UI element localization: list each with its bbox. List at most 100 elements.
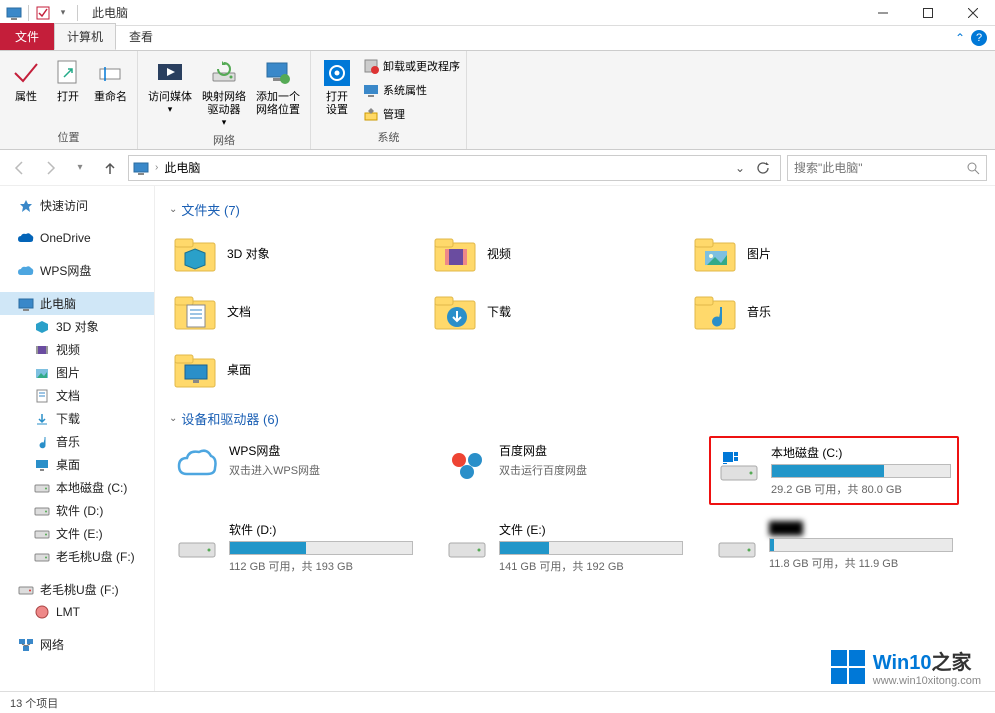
drive-item[interactable]: ████11.8 GB 可用，共 11.9 GB xyxy=(709,515,959,580)
3d-folder-icon xyxy=(173,231,217,275)
sidebar-item-usb[interactable]: 老毛桃U盘 (F:) xyxy=(0,578,154,601)
maximize-button[interactable] xyxy=(905,0,950,26)
navbar: ▾ › 此电脑 ⌄ xyxy=(0,150,995,186)
qat-dropdown-icon[interactable]: ▾ xyxy=(55,5,71,21)
map-drive-icon xyxy=(208,57,240,89)
open-button[interactable]: 打开 xyxy=(48,55,88,106)
chevron-down-icon: ⌄ xyxy=(169,413,177,424)
group-label-location: 位置 xyxy=(6,127,131,147)
manage-button[interactable]: 管理 xyxy=(363,103,460,125)
sidebar-item-child[interactable]: 软件 (D:) xyxy=(0,499,154,522)
folder-label: 3D 对象 xyxy=(227,245,270,262)
sidebar-item-child[interactable]: 视频 xyxy=(0,338,154,361)
folder-item[interactable]: 下载 xyxy=(429,285,669,337)
tab-computer[interactable]: 计算机 xyxy=(54,23,116,50)
drive-icon xyxy=(34,526,50,542)
ribbon-collapse-icon[interactable]: ⌃ xyxy=(955,31,965,45)
nav-back-button[interactable] xyxy=(8,156,32,180)
docs-icon xyxy=(34,388,50,404)
access-media-button[interactable]: 访问媒体▾ xyxy=(144,55,196,130)
sidebar: 快速访问 OneDrive WPS网盘 此电脑 3D 对象视频图片文档下载音乐桌… xyxy=(0,186,155,691)
rename-button[interactable]: 重命名 xyxy=(90,55,131,106)
usage-bar xyxy=(229,541,413,555)
folder-item[interactable]: 文档 xyxy=(169,285,409,337)
open-icon xyxy=(52,57,84,89)
drive-icon xyxy=(175,521,219,565)
sidebar-item-child[interactable]: 文件 (E:) xyxy=(0,522,154,545)
help-icon[interactable]: ? xyxy=(971,30,987,46)
search-input[interactable] xyxy=(794,161,966,175)
folder-label: 视频 xyxy=(487,245,511,262)
lmt-icon xyxy=(34,604,50,620)
sidebar-item-child[interactable]: 下载 xyxy=(0,407,154,430)
address-dropdown-icon[interactable]: ⌄ xyxy=(730,161,750,175)
search-box[interactable] xyxy=(787,155,987,181)
docs-folder-icon xyxy=(173,289,217,333)
tab-view[interactable]: 查看 xyxy=(116,23,166,50)
drive-label: 百度网盘 xyxy=(499,442,683,459)
folder-item[interactable]: 桌面 xyxy=(169,343,409,395)
qat-properties-icon[interactable] xyxy=(35,5,51,21)
close-button[interactable] xyxy=(950,0,995,26)
folder-label: 下载 xyxy=(487,303,511,320)
folder-item[interactable]: 视频 xyxy=(429,227,669,279)
uninstall-button[interactable]: 卸载或更改程序 xyxy=(363,55,460,77)
search-icon[interactable] xyxy=(966,161,980,175)
minimize-button[interactable] xyxy=(860,0,905,26)
breadcrumb[interactable]: 此电脑 xyxy=(164,159,200,176)
tab-file[interactable]: 文件 xyxy=(0,23,54,50)
drive-item[interactable]: WPS网盘双击进入WPS网盘 xyxy=(169,436,419,505)
windows-logo-icon xyxy=(831,650,865,684)
sidebar-item-child[interactable]: 3D 对象 xyxy=(0,315,154,338)
sidebar-item-onedrive[interactable]: OneDrive xyxy=(0,227,154,249)
sidebar-item-thispc[interactable]: 此电脑 xyxy=(0,292,154,315)
cloud-icon xyxy=(18,263,34,279)
sidebar-item-label: 3D 对象 xyxy=(56,318,99,335)
sidebar-item-child[interactable]: 音乐 xyxy=(0,430,154,453)
system-properties-button[interactable]: 系统属性 xyxy=(363,79,460,101)
folder-item[interactable]: 图片 xyxy=(689,227,929,279)
media-icon xyxy=(154,57,186,89)
ribbon: 属性 打开 重命名 位置 访问媒体▾ 映射网络 驱动器▾ xyxy=(0,50,995,150)
map-drive-button[interactable]: 映射网络 驱动器▾ xyxy=(198,55,250,130)
sidebar-item-quick-access[interactable]: 快速访问 xyxy=(0,194,154,217)
add-network-location-button[interactable]: 添加一个 网络位置 xyxy=(252,55,304,130)
checkmark-icon xyxy=(10,57,42,89)
folder-item[interactable]: 音乐 xyxy=(689,285,929,337)
drive-item[interactable]: 文件 (E:)141 GB 可用，共 192 GB xyxy=(439,515,689,580)
music-icon xyxy=(34,434,50,450)
folder-item[interactable]: 3D 对象 xyxy=(169,227,409,279)
sidebar-item-child[interactable]: 本地磁盘 (C:) xyxy=(0,476,154,499)
address-bar[interactable]: › 此电脑 ⌄ xyxy=(128,155,781,181)
nav-up-button[interactable] xyxy=(98,156,122,180)
thispc-crumb-icon xyxy=(133,160,149,176)
drives-section-header[interactable]: ⌄ 设备和驱动器 (6) xyxy=(169,409,981,428)
music-folder-icon xyxy=(693,289,737,333)
drive-item[interactable]: 本地磁盘 (C:)29.2 GB 可用，共 80.0 GB xyxy=(709,436,959,505)
settings-icon xyxy=(321,57,353,89)
sidebar-item-wps[interactable]: WPS网盘 xyxy=(0,259,154,282)
sidebar-item-network[interactable]: 网络 xyxy=(0,633,154,656)
folders-section-header[interactable]: ⌄ 文件夹 (7) xyxy=(169,200,981,219)
nav-forward-button[interactable] xyxy=(38,156,62,180)
video-folder-icon xyxy=(433,231,477,275)
video-icon xyxy=(34,342,50,358)
drive-icon xyxy=(34,503,50,519)
properties-button[interactable]: 属性 xyxy=(6,55,46,106)
drive-label: ████ xyxy=(769,521,953,535)
group-label-network: 网络 xyxy=(144,130,304,150)
drive-item[interactable]: 百度网盘双击运行百度网盘 xyxy=(439,436,689,505)
thispc-icon xyxy=(6,5,22,21)
group-label-system: 系统 xyxy=(317,127,460,147)
sidebar-item-child[interactable]: 老毛桃U盘 (F:) xyxy=(0,545,154,568)
open-settings-button[interactable]: 打开 设置 xyxy=(317,55,357,125)
nav-recent-dropdown[interactable]: ▾ xyxy=(68,156,92,180)
sidebar-item-child[interactable]: 文档 xyxy=(0,384,154,407)
sidebar-item-lmt[interactable]: LMT xyxy=(0,601,154,623)
drive-item[interactable]: 软件 (D:)112 GB 可用，共 193 GB xyxy=(169,515,419,580)
sidebar-item-child[interactable]: 桌面 xyxy=(0,453,154,476)
refresh-button[interactable] xyxy=(756,161,776,175)
sidebar-item-child[interactable]: 图片 xyxy=(0,361,154,384)
usage-bar xyxy=(499,541,683,555)
pictures-folder-icon xyxy=(693,231,737,275)
